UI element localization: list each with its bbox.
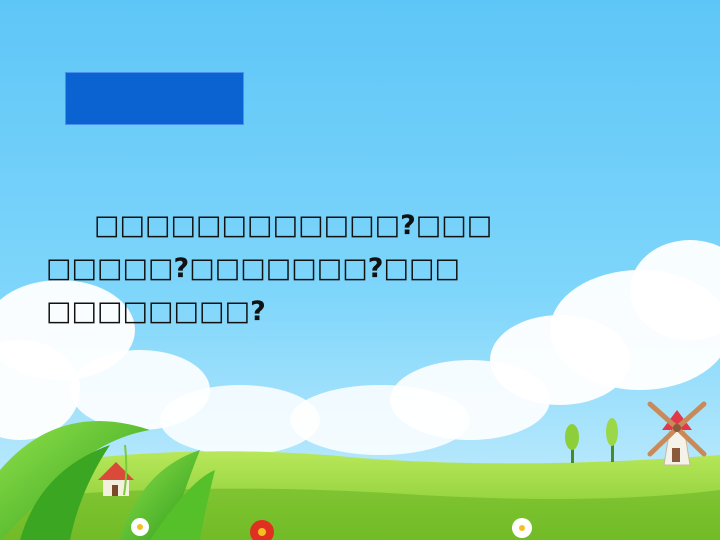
question-text: □□□□□□□□□□□□?□□□ □□□□□?□□□□□□□?□□□ □□□□□… <box>46 204 546 333</box>
text-line: □□□□□□□□? <box>46 296 266 327</box>
text-line: □□□□□?□□□□□□□?□□□ <box>46 253 460 284</box>
slide-canvas: □□□□□□□□□□□□?□□□ □□□□□?□□□□□□□?□□□ □□□□□… <box>0 0 720 540</box>
text-line: □□□□□□□□□□□□?□□□ <box>94 210 493 241</box>
title-box <box>65 72 244 125</box>
